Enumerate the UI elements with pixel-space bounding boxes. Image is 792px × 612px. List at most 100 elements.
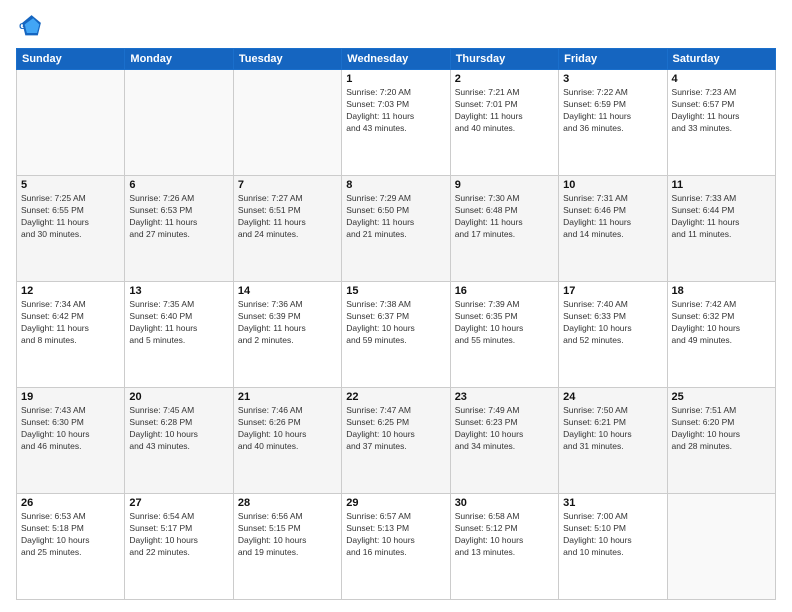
calendar-cell: 12 Sunrise: 7:34 AM Sunset: 6:42 PM Dayli…	[17, 282, 125, 388]
day-number: 12	[21, 285, 120, 297]
day-number: 1	[346, 73, 445, 85]
day-info: Sunrise: 7:20 AM Sunset: 7:03 PM Dayligh…	[346, 87, 445, 135]
calendar-cell: 19 Sunrise: 7:43 AM Sunset: 6:30 PM Dayli…	[17, 388, 125, 494]
day-number: 5	[21, 179, 120, 191]
calendar-cell: 24 Sunrise: 7:50 AM Sunset: 6:21 PM Dayli…	[559, 388, 667, 494]
calendar-header-row: SundayMondayTuesdayWednesdayThursdayFrid…	[17, 49, 776, 70]
day-number: 18	[672, 285, 771, 297]
day-of-week-header: Friday	[559, 49, 667, 70]
calendar-cell: 14 Sunrise: 7:36 AM Sunset: 6:39 PM Dayli…	[233, 282, 341, 388]
calendar-cell	[233, 70, 341, 176]
day-info: Sunrise: 7:38 AM Sunset: 6:37 PM Dayligh…	[346, 299, 445, 347]
calendar-cell: 27Sunrise: 6:54 AM Sunset: 5:17 PM Dayli…	[125, 494, 233, 600]
day-number: 29	[346, 497, 445, 509]
day-info: Sunrise: 7:00 AM Sunset: 5:10 PM Dayligh…	[563, 511, 662, 559]
day-info: Sunrise: 7:22 AM Sunset: 6:59 PM Dayligh…	[563, 87, 662, 135]
calendar-cell: 23 Sunrise: 7:49 AM Sunset: 6:23 PM Dayli…	[450, 388, 558, 494]
day-number: 3	[563, 73, 662, 85]
day-number: 4	[672, 73, 771, 85]
day-info: Sunrise: 6:57 AM Sunset: 5:13 PM Dayligh…	[346, 511, 445, 559]
calendar-cell	[17, 70, 125, 176]
day-number: 25	[672, 391, 771, 403]
day-info: Sunrise: 7:35 AM Sunset: 6:40 PM Dayligh…	[129, 299, 228, 347]
header: G	[16, 12, 776, 40]
calendar-cell: 9 Sunrise: 7:30 AM Sunset: 6:48 PM Daylig…	[450, 176, 558, 282]
day-info: Sunrise: 7:30 AM Sunset: 6:48 PM Dayligh…	[455, 193, 554, 241]
logo: G	[16, 12, 48, 40]
calendar-week-row: 5 Sunrise: 7:25 AM Sunset: 6:55 PM Daylig…	[17, 176, 776, 282]
day-info: Sunrise: 7:51 AM Sunset: 6:20 PM Dayligh…	[672, 405, 771, 453]
calendar-cell: 7 Sunrise: 7:27 AM Sunset: 6:51 PM Daylig…	[233, 176, 341, 282]
calendar-cell: 6 Sunrise: 7:26 AM Sunset: 6:53 PM Daylig…	[125, 176, 233, 282]
calendar-cell: 15Sunrise: 7:38 AM Sunset: 6:37 PM Dayli…	[342, 282, 450, 388]
day-number: 13	[129, 285, 228, 297]
day-info: Sunrise: 7:50 AM Sunset: 6:21 PM Dayligh…	[563, 405, 662, 453]
day-info: Sunrise: 7:25 AM Sunset: 6:55 PM Dayligh…	[21, 193, 120, 241]
day-number: 16	[455, 285, 554, 297]
day-number: 11	[672, 179, 771, 191]
day-number: 6	[129, 179, 228, 191]
day-info: Sunrise: 7:42 AM Sunset: 6:32 PM Dayligh…	[672, 299, 771, 347]
day-number: 24	[563, 391, 662, 403]
day-info: Sunrise: 7:29 AM Sunset: 6:50 PM Dayligh…	[346, 193, 445, 241]
day-info: Sunrise: 7:26 AM Sunset: 6:53 PM Dayligh…	[129, 193, 228, 241]
day-number: 7	[238, 179, 337, 191]
day-info: Sunrise: 7:47 AM Sunset: 6:25 PM Dayligh…	[346, 405, 445, 453]
day-info: Sunrise: 6:56 AM Sunset: 5:15 PM Dayligh…	[238, 511, 337, 559]
generalblue-logo-icon: G	[16, 12, 44, 40]
calendar-cell: 28Sunrise: 6:56 AM Sunset: 5:15 PM Dayli…	[233, 494, 341, 600]
calendar-cell: 3 Sunrise: 7:22 AM Sunset: 6:59 PM Daylig…	[559, 70, 667, 176]
calendar-week-row: 19 Sunrise: 7:43 AM Sunset: 6:30 PM Dayli…	[17, 388, 776, 494]
day-info: Sunrise: 7:23 AM Sunset: 6:57 PM Dayligh…	[672, 87, 771, 135]
calendar-cell: 16Sunrise: 7:39 AM Sunset: 6:35 PM Dayli…	[450, 282, 558, 388]
calendar-cell	[667, 494, 775, 600]
day-info: Sunrise: 7:36 AM Sunset: 6:39 PM Dayligh…	[238, 299, 337, 347]
day-number: 31	[563, 497, 662, 509]
day-of-week-header: Wednesday	[342, 49, 450, 70]
calendar-cell: 11 Sunrise: 7:33 AM Sunset: 6:44 PM Dayli…	[667, 176, 775, 282]
calendar-cell: 21 Sunrise: 7:46 AM Sunset: 6:26 PM Dayli…	[233, 388, 341, 494]
day-info: Sunrise: 7:49 AM Sunset: 6:23 PM Dayligh…	[455, 405, 554, 453]
calendar-cell: 10 Sunrise: 7:31 AM Sunset: 6:46 PM Dayli…	[559, 176, 667, 282]
day-info: Sunrise: 6:53 AM Sunset: 5:18 PM Dayligh…	[21, 511, 120, 559]
calendar-cell: 30Sunrise: 6:58 AM Sunset: 5:12 PM Dayli…	[450, 494, 558, 600]
calendar-cell: 25 Sunrise: 7:51 AM Sunset: 6:20 PM Dayli…	[667, 388, 775, 494]
day-info: Sunrise: 7:31 AM Sunset: 6:46 PM Dayligh…	[563, 193, 662, 241]
calendar-cell: 31 Sunrise: 7:00 AM Sunset: 5:10 PM Dayli…	[559, 494, 667, 600]
day-info: Sunrise: 7:45 AM Sunset: 6:28 PM Dayligh…	[129, 405, 228, 453]
page: G SundayMondayTuesdayWednesdayThursdayFr…	[0, 0, 792, 612]
calendar-week-row: 26 Sunrise: 6:53 AM Sunset: 5:18 PM Dayli…	[17, 494, 776, 600]
day-info: Sunrise: 7:43 AM Sunset: 6:30 PM Dayligh…	[21, 405, 120, 453]
day-info: Sunrise: 7:33 AM Sunset: 6:44 PM Dayligh…	[672, 193, 771, 241]
day-number: 9	[455, 179, 554, 191]
day-number: 14	[238, 285, 337, 297]
day-number: 10	[563, 179, 662, 191]
day-info: Sunrise: 6:58 AM Sunset: 5:12 PM Dayligh…	[455, 511, 554, 559]
calendar-cell	[125, 70, 233, 176]
day-number: 26	[21, 497, 120, 509]
day-info: Sunrise: 7:40 AM Sunset: 6:33 PM Dayligh…	[563, 299, 662, 347]
day-info: Sunrise: 7:27 AM Sunset: 6:51 PM Dayligh…	[238, 193, 337, 241]
day-number: 20	[129, 391, 228, 403]
day-of-week-header: Saturday	[667, 49, 775, 70]
day-number: 17	[563, 285, 662, 297]
day-info: Sunrise: 7:21 AM Sunset: 7:01 PM Dayligh…	[455, 87, 554, 135]
calendar-cell: 18 Sunrise: 7:42 AM Sunset: 6:32 PM Dayli…	[667, 282, 775, 388]
svg-text:G: G	[19, 21, 26, 31]
day-number: 22	[346, 391, 445, 403]
calendar-cell: 13 Sunrise: 7:35 AM Sunset: 6:40 PM Dayli…	[125, 282, 233, 388]
calendar-table: SundayMondayTuesdayWednesdayThursdayFrid…	[16, 48, 776, 600]
calendar-cell: 22 Sunrise: 7:47 AM Sunset: 6:25 PM Dayli…	[342, 388, 450, 494]
calendar-cell: 5 Sunrise: 7:25 AM Sunset: 6:55 PM Daylig…	[17, 176, 125, 282]
day-number: 23	[455, 391, 554, 403]
day-info: Sunrise: 6:54 AM Sunset: 5:17 PM Dayligh…	[129, 511, 228, 559]
day-number: 19	[21, 391, 120, 403]
day-number: 21	[238, 391, 337, 403]
day-info: Sunrise: 7:46 AM Sunset: 6:26 PM Dayligh…	[238, 405, 337, 453]
day-info: Sunrise: 7:34 AM Sunset: 6:42 PM Dayligh…	[21, 299, 120, 347]
calendar-week-row: 1 Sunrise: 7:20 AM Sunset: 7:03 PM Daylig…	[17, 70, 776, 176]
day-of-week-header: Thursday	[450, 49, 558, 70]
day-of-week-header: Sunday	[17, 49, 125, 70]
calendar-cell: 26 Sunrise: 6:53 AM Sunset: 5:18 PM Dayli…	[17, 494, 125, 600]
calendar-cell: 8Sunrise: 7:29 AM Sunset: 6:50 PM Daylig…	[342, 176, 450, 282]
